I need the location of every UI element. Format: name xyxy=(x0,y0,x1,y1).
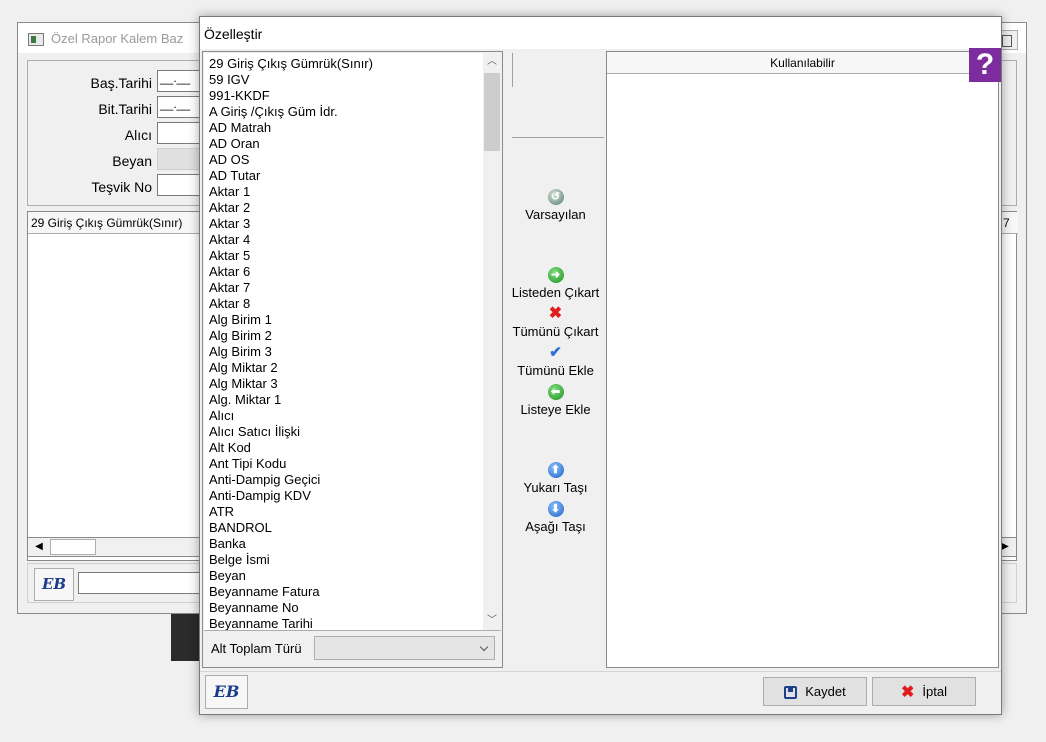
list-item[interactable]: Anti-Dampig KDV xyxy=(209,488,479,504)
background-window-title: Özel Rapor Kalem Baz xyxy=(51,31,184,46)
list-item[interactable]: Beyanname Tarihi xyxy=(209,616,479,630)
list-item[interactable]: Alg Birim 1 xyxy=(209,312,479,328)
checkmark-icon: ✔ xyxy=(549,344,562,361)
list-item[interactable]: ATR xyxy=(209,504,479,520)
field-list[interactable]: 29 Giriş Çıkış Gümrük(Sınır) 59 IGV 991-KK… xyxy=(204,53,501,631)
arrow-left-icon: ⬅ xyxy=(547,384,564,400)
save-button[interactable]: Kaydet xyxy=(763,677,867,706)
list-item[interactable]: Aktar 4 xyxy=(209,232,479,248)
customize-dialog: Özelleştir 29 Giriş Çıkış Gümrük(Sınır) 5… xyxy=(199,16,1002,715)
scrollbar-thumb[interactable] xyxy=(484,73,500,151)
remove-all-label: Tümünü Çıkart xyxy=(512,324,599,339)
scrollbar-thumb[interactable] xyxy=(50,539,96,555)
end-date-label: Bit.Tarihi xyxy=(98,101,152,117)
subtotal-type-label: Alt Toplam Türü xyxy=(211,641,302,656)
list-item[interactable]: 29 Giriş Çıkış Gümrük(Sınır) xyxy=(209,56,479,72)
list-item[interactable]: Alg Birim 3 xyxy=(209,344,479,360)
list-item[interactable]: BANDROL xyxy=(209,520,479,536)
add-all-button[interactable]: ✔ Tümünü Ekle xyxy=(506,344,605,379)
list-item[interactable]: AD Matrah xyxy=(209,120,479,136)
list-item[interactable]: Aktar 8 xyxy=(209,296,479,312)
list-item[interactable]: AD OS xyxy=(209,152,479,168)
scroll-down-arrow-icon[interactable]: ﹀ xyxy=(483,612,501,630)
eb-logo-icon[interactable]: EB xyxy=(205,675,248,709)
add-all-label: Tümünü Ekle xyxy=(517,363,594,378)
save-label: Kaydet xyxy=(805,684,846,699)
grid-column-header-fragment[interactable]: 7 xyxy=(1003,216,1010,230)
list-item[interactable]: 59 IGV xyxy=(209,72,479,88)
scroll-left-arrow-icon[interactable]: ◀ xyxy=(30,539,48,555)
list-item[interactable]: Aktar 5 xyxy=(209,248,479,264)
list-item[interactable]: AD Tutar xyxy=(209,168,479,184)
list-item[interactable]: Alıcı xyxy=(209,408,479,424)
arrow-up-icon: ⬆ xyxy=(547,462,564,478)
list-item[interactable]: Belge İsmi xyxy=(209,552,479,568)
list-item[interactable]: Anti-Dampig Geçici xyxy=(209,472,479,488)
app-icon xyxy=(28,33,44,46)
incentive-no-label: Teşvik No xyxy=(91,179,152,195)
defaults-label: Varsayılan xyxy=(525,207,586,222)
list-item[interactable]: Alg Miktar 3 xyxy=(209,376,479,392)
scroll-up-arrow-icon[interactable]: ︿ xyxy=(483,53,501,71)
arrow-down-icon: ⬇ xyxy=(547,501,564,517)
list-item[interactable]: Aktar 1 xyxy=(209,184,479,200)
add-to-list-label: Listeye Ekle xyxy=(520,402,591,417)
background-bottom-input[interactable] xyxy=(78,572,208,594)
list-item[interactable]: Aktar 6 xyxy=(209,264,479,280)
buyer-label: Alıcı xyxy=(124,127,152,143)
list-item[interactable]: 991-KKDF xyxy=(209,88,479,104)
move-down-button[interactable]: ⬇ Aşağı Taşı xyxy=(506,501,605,534)
list-item[interactable]: Beyan xyxy=(209,568,479,584)
list-item[interactable]: Ant Tipi Kodu xyxy=(209,456,479,472)
declaration-label: Beyan xyxy=(112,153,152,169)
cancel-label: İptal xyxy=(922,684,947,699)
list-item[interactable]: Aktar 2 xyxy=(209,200,479,216)
remove-from-list-label: Listeden Çıkart xyxy=(511,285,600,300)
start-date-label: Baş.Tarihi xyxy=(90,75,152,91)
list-item[interactable]: Aktar 3 xyxy=(209,216,479,232)
eb-logo-icon[interactable]: EB xyxy=(34,568,74,601)
defaults-button[interactable]: ↺ Varsayılan xyxy=(506,189,605,222)
list-item[interactable]: Alg. Miktar 1 xyxy=(209,392,479,408)
list-item[interactable]: Alg Miktar 2 xyxy=(209,360,479,376)
background-dark-element xyxy=(171,614,201,661)
remove-from-list-button[interactable]: ➜ Listeden Çıkart xyxy=(506,267,605,300)
help-icon[interactable]: ? xyxy=(969,48,1001,82)
arrow-right-icon: ➜ xyxy=(547,267,564,283)
cancel-button[interactable]: ✖ İptal xyxy=(872,677,976,706)
actions-panel: ↺ Varsayılan ➜ Listeden Çıkart ✖ Tümünü … xyxy=(506,51,605,668)
defaults-icon: ↺ xyxy=(547,189,564,205)
list-item[interactable]: Banka xyxy=(209,536,479,552)
move-up-label: Yukarı Taşı xyxy=(523,480,588,495)
dialog-titlebar: Özelleştir xyxy=(200,17,1001,49)
list-item[interactable]: Alg Birim 2 xyxy=(209,328,479,344)
subtotal-type-select[interactable] xyxy=(314,636,495,660)
move-down-label: Aşağı Taşı xyxy=(525,519,586,534)
start-date-value: __.__ xyxy=(160,71,191,85)
separator xyxy=(512,53,513,87)
grid-column-header[interactable]: 29 Giriş Çıkış Gümrük(Sınır) xyxy=(31,216,182,230)
footer-divider xyxy=(200,671,1001,672)
available-fields-panel[interactable]: Kullanılabilir ? xyxy=(606,48,1001,668)
move-up-button[interactable]: ⬆ Yukarı Taşı xyxy=(506,462,605,495)
available-fields-header: Kullanılabilir xyxy=(607,52,998,74)
list-item[interactable]: A Giriş /Çıkış Güm İdr. xyxy=(209,104,479,120)
list-item[interactable]: Beyanname Fatura xyxy=(209,584,479,600)
remove-all-button[interactable]: ✖ Tümünü Çıkart xyxy=(506,305,605,340)
list-item[interactable]: Alt Kod xyxy=(209,440,479,456)
end-date-value: __.__ xyxy=(160,97,191,111)
list-item[interactable]: Beyanname No xyxy=(209,600,479,616)
separator xyxy=(512,137,604,138)
list-item[interactable]: AD Oran xyxy=(209,136,479,152)
x-icon: ✖ xyxy=(548,305,563,322)
save-icon xyxy=(784,686,798,700)
add-to-list-button[interactable]: ⬅ Listeye Ekle xyxy=(506,384,605,417)
vertical-scrollbar[interactable]: ︿ ﹀ xyxy=(483,53,501,630)
dialog-title: Özelleştir xyxy=(204,26,263,42)
cancel-icon: ✖ xyxy=(901,684,915,702)
selected-fields-panel: 29 Giriş Çıkış Gümrük(Sınır) 59 IGV 991-KK… xyxy=(202,51,503,668)
list-item[interactable]: Alıcı Satıcı İlişki xyxy=(209,424,479,440)
field-list-items: 29 Giriş Çıkış Gümrük(Sınır) 59 IGV 991-KK… xyxy=(209,56,479,630)
list-item[interactable]: Aktar 7 xyxy=(209,280,479,296)
